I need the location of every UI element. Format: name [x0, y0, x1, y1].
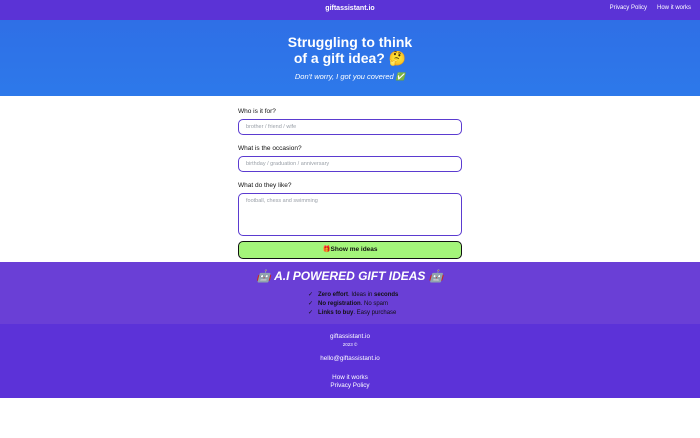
check-icon: ✓ [308, 310, 314, 316]
promo-title: 🤖 A.I POWERED GIFT IDEAS 🤖 [256, 269, 444, 283]
hero-title-line1: Struggling to think [287, 34, 413, 50]
check-icon: ✓ [308, 292, 314, 298]
hero-subtitle: Don't worry, I got you covered ✅ [294, 72, 406, 81]
occasion-label: What is the occasion? [238, 145, 302, 152]
feature-item: ✓ Links to buy. Easy purchase [308, 310, 397, 316]
email-link[interactable]: hello@giftassistant.io [320, 355, 380, 362]
who-label: Who is it for? [238, 108, 276, 115]
hero-section: Struggling to think of a gift idea? 🤔 Do… [0, 20, 700, 96]
footer-privacy-policy[interactable]: Privacy Policy [330, 382, 369, 389]
footer-year: 2023 © [342, 342, 358, 347]
top-nav: Privacy Policy How it works [610, 5, 691, 11]
hero-title-line2: of a gift idea? 🤔 [293, 50, 407, 66]
show-ideas-button[interactable]: 🎁Show me ideas [238, 241, 462, 259]
who-input[interactable]: brother / friend / wife [238, 119, 462, 135]
top-navbar: giftassistant.io Privacy Policy How it w… [0, 0, 700, 20]
footer: giftassistant.io 2023 © hello@giftassist… [0, 324, 700, 398]
hero-title: Struggling to think of a gift idea? 🤔 [0, 34, 700, 66]
gift-form: Who is it for? brother / friend / wife W… [238, 108, 462, 266]
feature-list: ✓ Zero effort. Ideas in seconds ✓ No reg… [308, 291, 398, 318]
footer-site: giftassistant.io [330, 333, 370, 340]
brand-logo[interactable]: giftassistant.io [0, 5, 700, 12]
likes-label: What do they like? [238, 182, 292, 189]
footer-email: hello@giftassistant.io [0, 355, 700, 362]
occasion-input[interactable]: birthday / graduation / anniversary [238, 156, 462, 172]
likes-textarea[interactable]: football, chess and swimming [238, 193, 462, 236]
nav-how-it-works[interactable]: How it works [657, 5, 691, 11]
nav-privacy-policy[interactable]: Privacy Policy [610, 5, 647, 11]
feature-item: ✓ No registration. No spam [308, 301, 389, 307]
feature-item: ✓ Zero effort. Ideas in seconds [308, 292, 399, 298]
footer-how-it-works[interactable]: How it works [332, 374, 368, 381]
check-icon: ✓ [308, 301, 314, 307]
